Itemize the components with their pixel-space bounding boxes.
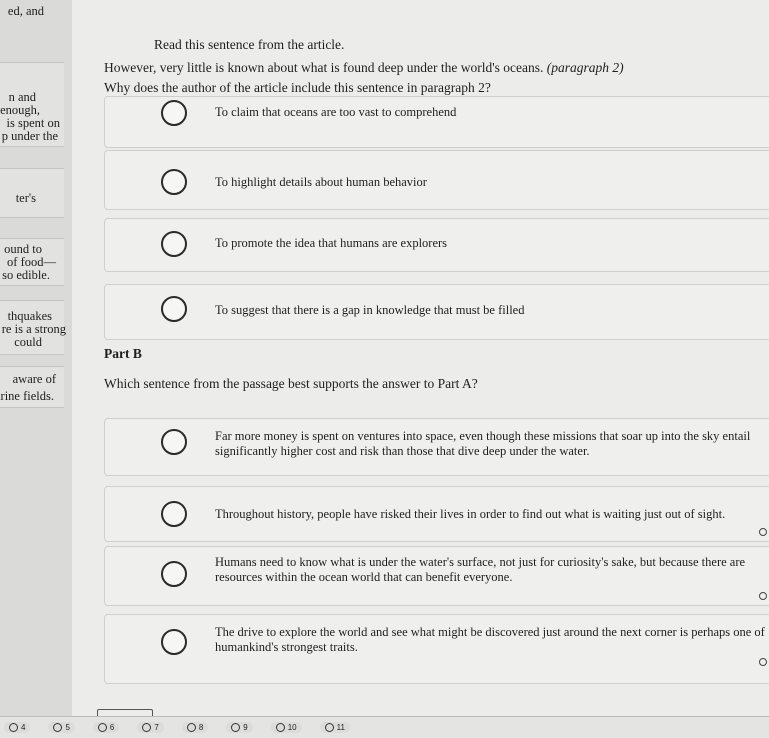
passage-text: thquakes	[7, 309, 52, 323]
instruction: Read this sentence from the article.	[154, 37, 345, 52]
option-label: To highlight details about human behavio…	[215, 175, 427, 189]
radio-icon	[231, 723, 241, 732]
question-number: 9	[243, 723, 248, 732]
question-number: 5	[65, 723, 70, 732]
part-b-option-1[interactable]: Far more money is spent on ventures into…	[104, 418, 769, 476]
question-number: 8	[198, 723, 204, 732]
part-a-question: Why does the author of the article inclu…	[104, 80, 491, 95]
radio-button[interactable]	[161, 629, 187, 655]
radio-icon	[53, 723, 63, 732]
passage-text: re is a strong	[1, 322, 66, 336]
passage-text: arine fields.	[0, 389, 54, 403]
passage-text: enough,	[0, 103, 40, 117]
passage-text: ter's	[15, 191, 36, 205]
eliminate-icon[interactable]	[759, 592, 767, 600]
radio-button[interactable]	[161, 501, 187, 527]
part-a-option-1[interactable]: To claim that oceans are too vast to com…	[104, 96, 769, 148]
quote-reference: (paragraph 2)	[546, 60, 624, 75]
radio-icon	[186, 723, 196, 732]
passage-text: could	[14, 335, 42, 349]
passage-text: p under the	[1, 129, 58, 143]
option-label: The drive to explore the world and see w…	[215, 625, 765, 654]
question-number: 4	[21, 723, 26, 732]
radio-icon	[97, 723, 107, 732]
radio-button[interactable]	[161, 561, 187, 587]
eliminate-icon[interactable]	[759, 658, 767, 666]
option-label: To claim that oceans are too vast to com…	[215, 105, 457, 119]
nav-question-6[interactable]: 6	[92, 722, 120, 733]
part-b-heading: Part B	[104, 346, 142, 361]
part-a-option-2[interactable]: To highlight details about human behavio…	[104, 150, 769, 210]
question-number: 6	[109, 723, 115, 732]
option-label: Humans need to know what is under the wa…	[215, 555, 746, 584]
part-b-option-2[interactable]: Throughout history, people have risked t…	[104, 486, 769, 542]
part-b-option-3[interactable]: Humans need to know what is under the wa…	[104, 546, 769, 606]
nav-question-9[interactable]: 9	[226, 722, 253, 733]
question-number: 10	[287, 723, 297, 732]
part-a-option-3[interactable]: To promote the idea that humans are expl…	[104, 218, 769, 272]
option-label: To promote the idea that humans are expl…	[215, 236, 448, 250]
question-number: 7	[154, 723, 159, 732]
radio-button[interactable]	[161, 429, 187, 455]
passage-text: ed, and	[7, 4, 44, 18]
question-number: 11	[336, 723, 345, 732]
nav-question-10[interactable]: 10	[270, 722, 302, 733]
question-panel: Read this sentence from the article. How…	[72, 0, 769, 738]
quote-text: However, very little is known about what…	[104, 60, 544, 75]
option-label: Throughout history, people have risked t…	[215, 507, 726, 521]
nav-question-4[interactable]: 4	[4, 722, 31, 733]
nav-question-8[interactable]: 8	[181, 722, 209, 733]
eliminate-icon[interactable]	[759, 528, 767, 536]
radio-button[interactable]	[161, 231, 187, 257]
option-label: Far more money is spent on ventures into…	[215, 429, 751, 458]
nav-question-5[interactable]: 5	[48, 722, 75, 733]
part-a-option-4[interactable]: To suggest that there is a gap in knowle…	[104, 284, 769, 340]
nav-question-7[interactable]: 7	[137, 722, 164, 733]
radio-icon	[324, 723, 334, 732]
radio-icon	[9, 723, 18, 732]
radio-icon	[275, 723, 285, 732]
passage-text: is spent on	[6, 116, 60, 130]
passage-text: of food—	[7, 255, 56, 269]
question-navigator: 4 5 6 7 8 9 10 11	[0, 716, 769, 738]
part-b-option-4[interactable]: The drive to explore the world and see w…	[104, 614, 769, 684]
option-label: To suggest that there is a gap in knowle…	[215, 303, 525, 317]
passage-text: n and	[8, 90, 36, 104]
passage-text: ound to	[4, 242, 42, 256]
radio-button[interactable]	[161, 296, 187, 322]
part-b-question: Which sentence from the passage best sup…	[104, 376, 478, 391]
nav-question-11[interactable]: 11	[319, 722, 350, 733]
passage-panel[interactable]: ed, and n and enough, is spent on p unde…	[0, 0, 72, 738]
quoted-sentence: However, very little is known about what…	[104, 60, 624, 76]
passage-text: aware of	[12, 372, 56, 386]
passage-text: so edible.	[2, 268, 50, 282]
radio-button[interactable]	[161, 100, 187, 126]
radio-icon	[142, 723, 152, 732]
radio-button[interactable]	[161, 169, 187, 195]
